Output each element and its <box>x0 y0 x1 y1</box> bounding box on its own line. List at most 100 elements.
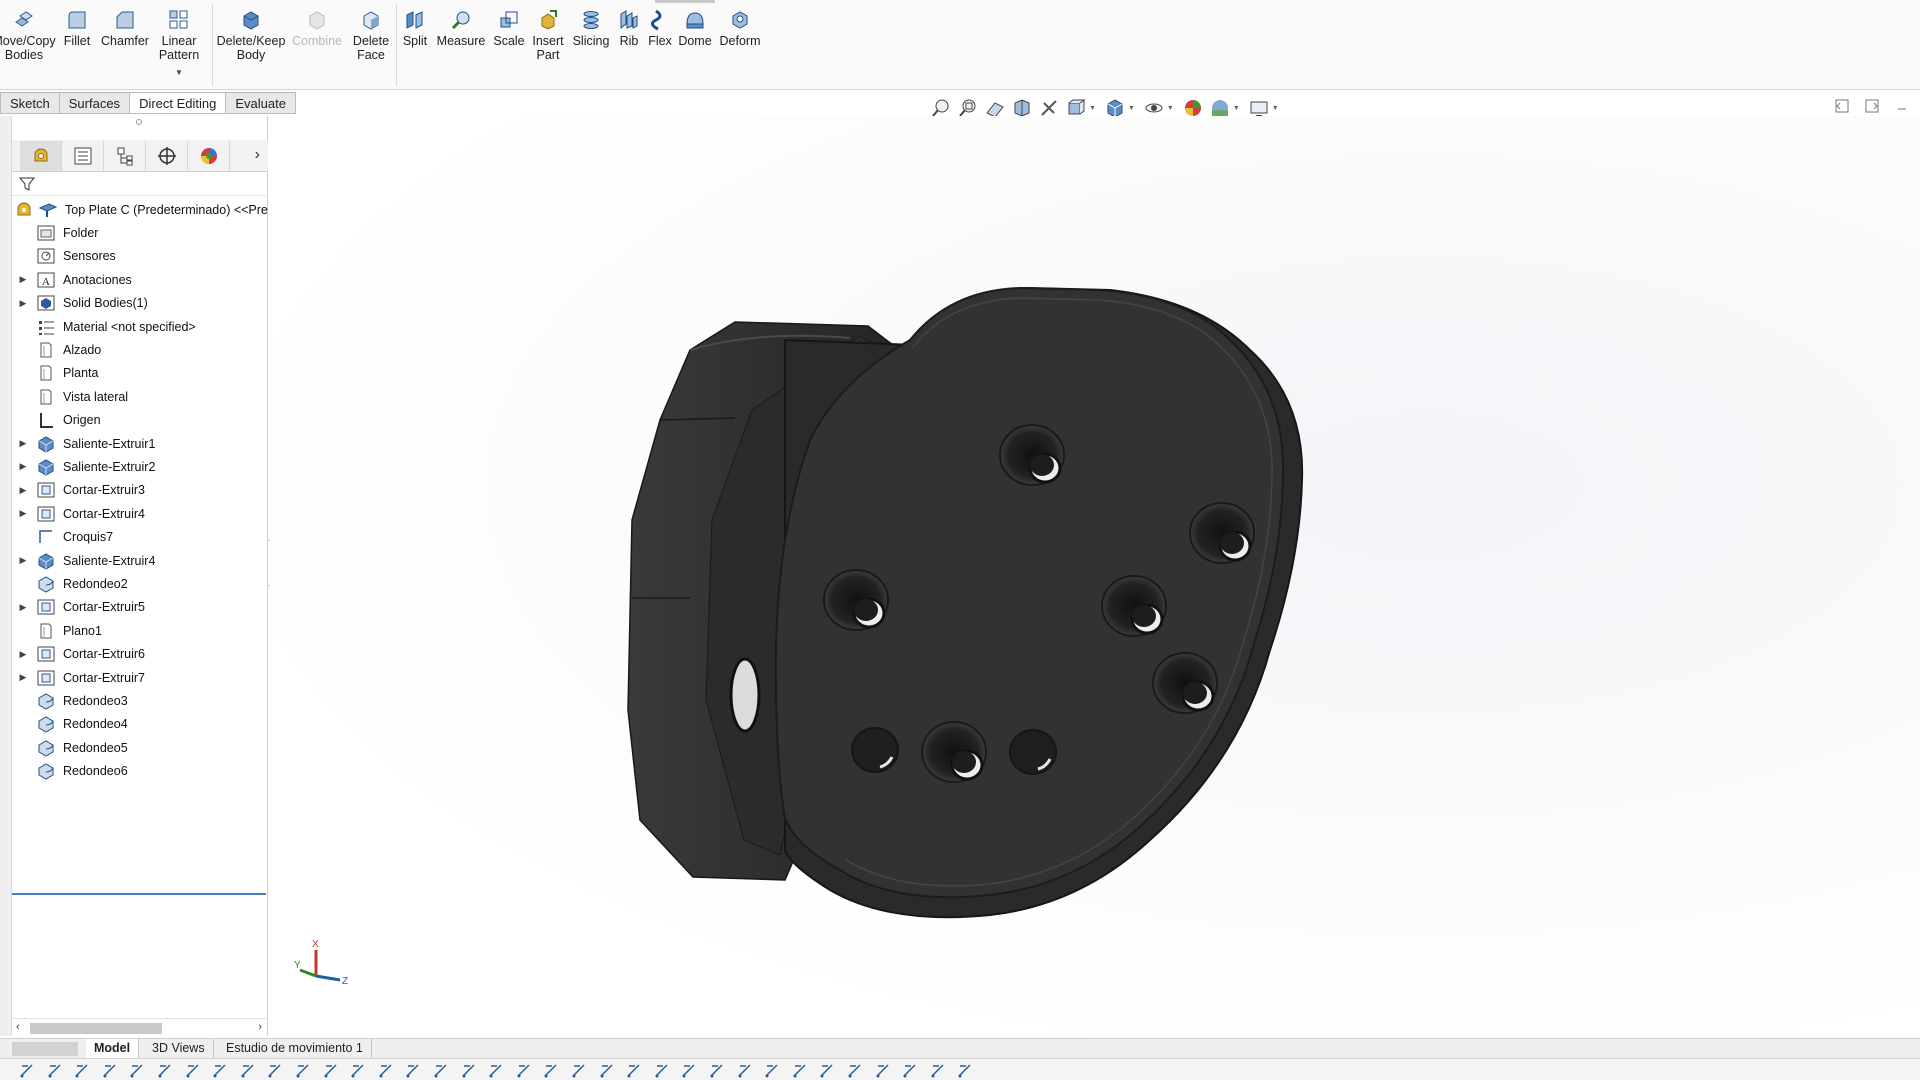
boss-icon[interactable] <box>184 1062 202 1080</box>
rollback-bar[interactable] <box>12 893 266 895</box>
tab-display-manager[interactable] <box>188 140 230 171</box>
ellipse-icon[interactable] <box>680 1062 698 1080</box>
combine-button[interactable]: Combine <box>288 0 346 48</box>
tab-motion-study[interactable]: Estudio de movimiento 1 <box>218 1039 372 1059</box>
tab-3d-views[interactable]: 3D Views <box>144 1039 214 1059</box>
show-icon[interactable] <box>874 1062 892 1080</box>
expand-arrow-icon[interactable]: ▶ <box>16 298 30 309</box>
tree-item-redondeo6[interactable]: Redondeo6 <box>12 759 268 782</box>
line-icon[interactable] <box>101 1062 119 1080</box>
delete-face-button[interactable]: Delete Face <box>346 0 396 62</box>
feature-tree-filter[interactable] <box>12 172 268 196</box>
chamfer-icon[interactable] <box>487 1062 505 1080</box>
split-button[interactable]: Split <box>398 0 432 48</box>
tree-root-part[interactable]: Top Plate C (Predeterminado) <<Pre <box>12 198 268 221</box>
tab-dimxpert-manager[interactable] <box>146 140 188 171</box>
measure-button[interactable]: Measure <box>432 0 490 48</box>
tab-property-manager[interactable] <box>62 140 104 171</box>
chevron-right-icon[interactable]: › <box>258 1021 262 1033</box>
chevron-down-icon[interactable]: ▼ <box>1167 105 1174 112</box>
expand-arrow-icon[interactable]: ▶ <box>16 555 30 566</box>
tree-item-sensores[interactable]: Sensores <box>12 245 268 268</box>
deform-button[interactable]: Deform <box>714 0 766 48</box>
tree-item-vista-lateral[interactable]: Vista lateral <box>12 385 268 408</box>
offset-icon[interactable] <box>377 1062 395 1080</box>
spline-icon[interactable] <box>515 1062 533 1080</box>
tree-item-saliente-extruir4[interactable]: ▶ Saliente-Extruir4 <box>12 549 268 572</box>
display-icon[interactable] <box>818 1062 836 1080</box>
relation-icon[interactable] <box>294 1062 312 1080</box>
horizontal-scrollbar[interactable]: ‹ › <box>12 1018 268 1036</box>
circle-icon[interactable] <box>598 1062 616 1080</box>
delete-keep-body-button[interactable]: Delete/Keep Body <box>214 0 288 62</box>
minimize-icon[interactable] <box>1894 98 1910 114</box>
tree-item-planta[interactable]: Planta <box>12 362 268 385</box>
top-plate-model[interactable] <box>270 116 1920 1040</box>
graphics-area[interactable]: X Y Z <box>270 116 1920 1040</box>
tile-right-icon[interactable] <box>1864 98 1880 114</box>
rotate-icon[interactable] <box>956 1062 974 1080</box>
fillet-icon[interactable] <box>460 1062 478 1080</box>
tab-surfaces[interactable]: Surfaces <box>58 92 130 114</box>
scale-button[interactable]: Scale <box>490 0 528 48</box>
tab-direct-editing[interactable]: Direct Editing <box>129 92 226 114</box>
chamfer-button[interactable]: Chamfer <box>98 0 152 48</box>
slicing-button[interactable]: Slicing <box>568 0 614 48</box>
cut-icon[interactable] <box>211 1062 229 1080</box>
tab-model[interactable]: Model <box>86 1039 140 1059</box>
rectangle-icon[interactable] <box>128 1062 146 1080</box>
arc-icon[interactable] <box>570 1062 588 1080</box>
linear-pattern-button[interactable]: Linear Pattern ▼ <box>152 0 206 80</box>
tab-configuration-manager[interactable] <box>104 140 146 171</box>
repair-icon[interactable] <box>791 1062 809 1080</box>
tree-item-material-not-specified[interactable]: Material <not specified> <box>12 315 268 338</box>
chevron-down-icon[interactable]: ▼ <box>175 66 183 80</box>
tree-item-saliente-extruir2[interactable]: ▶ Saliente-Extruir2 <box>12 455 268 478</box>
tree-item-origen[interactable]: Origen <box>12 409 268 432</box>
grid-icon[interactable] <box>736 1062 754 1080</box>
tab-feature-manager[interactable] <box>20 140 62 171</box>
tree-item-redondeo5[interactable]: Redondeo5 <box>12 736 268 759</box>
tree-item-folder[interactable]: Folder <box>12 221 268 244</box>
dome-button[interactable]: Dome <box>676 0 714 48</box>
tree-item-alzado[interactable]: Alzado <box>12 338 268 361</box>
parabola-icon[interactable] <box>708 1062 726 1080</box>
slot-icon[interactable] <box>653 1062 671 1080</box>
plane-icon[interactable] <box>156 1062 174 1080</box>
constraint-icon[interactable] <box>322 1062 340 1080</box>
flex-button[interactable]: Flex <box>644 0 676 48</box>
expand-arrow-icon[interactable]: ▶ <box>16 461 30 472</box>
expand-arrow-icon[interactable]: ▶ <box>16 649 30 660</box>
tree-item-cortar-extruir3[interactable]: ▶ Cortar-Extruir3 <box>12 479 268 502</box>
point-icon[interactable] <box>73 1062 91 1080</box>
tree-item-cortar-extruir7[interactable]: ▶ Cortar-Extruir7 <box>12 666 268 689</box>
tree-item-croquis7[interactable]: Croquis7 <box>12 525 268 548</box>
tab-sketch[interactable]: Sketch <box>0 92 59 114</box>
pattern-icon[interactable] <box>432 1062 450 1080</box>
expand-arrow-icon[interactable]: ▶ <box>16 438 30 449</box>
select-icon[interactable] <box>46 1062 64 1080</box>
chevron-down-icon[interactable]: ▼ <box>1233 105 1240 112</box>
snap-icon[interactable] <box>763 1062 781 1080</box>
tree-item-cortar-extruir6[interactable]: ▶ Cortar-Extruir6 <box>12 642 268 665</box>
tile-left-icon[interactable] <box>1834 98 1850 114</box>
tree-item-anotaciones[interactable]: ▶ A Anotaciones <box>12 268 268 291</box>
tree-item-redondeo2[interactable]: Redondeo2 <box>12 572 268 595</box>
tree-item-redondeo4[interactable]: Redondeo4 <box>12 713 268 736</box>
tree-item-cortar-extruir4[interactable]: ▶ Cortar-Extruir4 <box>12 502 268 525</box>
tree-item-plano1[interactable]: Plano1 <box>12 619 268 642</box>
polygon-icon[interactable] <box>625 1062 643 1080</box>
fillet-button[interactable]: Fillet <box>56 0 98 48</box>
tree-item-saliente-extruir1[interactable]: ▶ Saliente-Extruir1 <box>12 432 268 455</box>
convert-icon[interactable] <box>404 1062 422 1080</box>
chevron-left-icon[interactable]: ‹ <box>16 1021 20 1033</box>
rib-button[interactable]: Rib <box>614 0 644 48</box>
tree-item-redondeo3[interactable]: Redondeo3 <box>12 689 268 712</box>
expand-arrow-icon[interactable]: ▶ <box>16 602 30 613</box>
text-icon[interactable] <box>542 1062 560 1080</box>
expand-arrow-icon[interactable]: ▶ <box>16 508 30 519</box>
tree-item-cortar-extruir5[interactable]: ▶ Cortar-Extruir5 <box>12 596 268 619</box>
tab-scroll-arrows[interactable] <box>12 1042 78 1056</box>
tree-item-solid-bodies-1[interactable]: ▶ Solid Bodies(1) <box>12 292 268 315</box>
chevron-down-icon[interactable]: ▼ <box>1089 105 1096 112</box>
